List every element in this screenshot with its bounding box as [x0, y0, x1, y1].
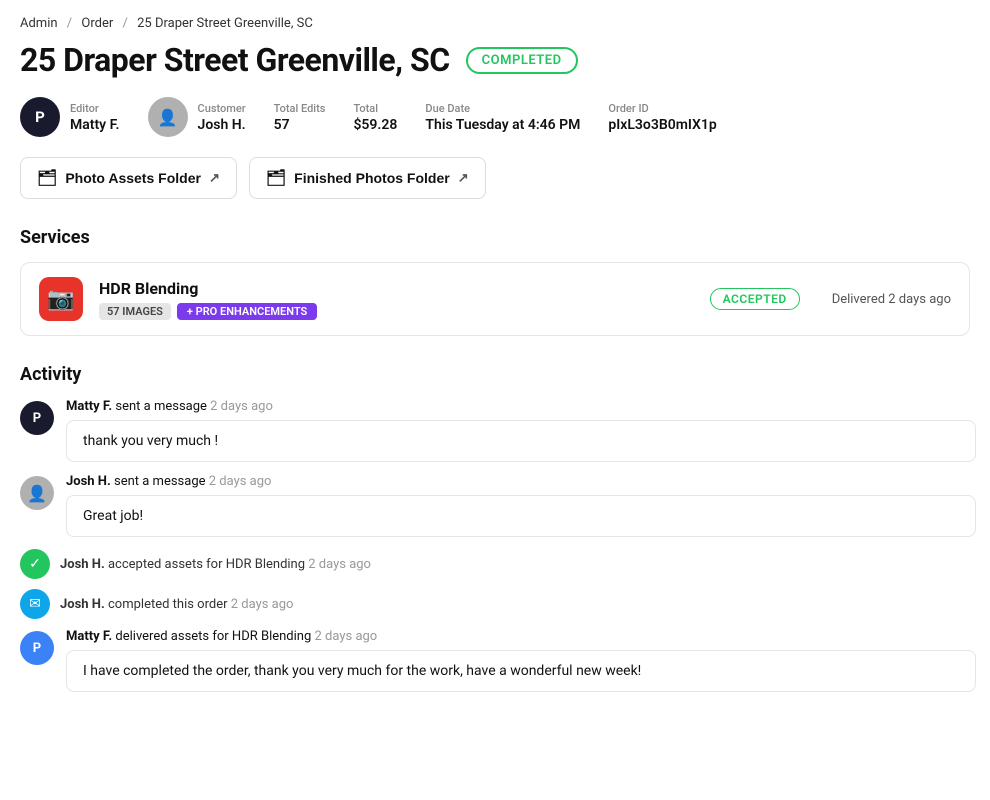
event-text-accepted: Josh H. accepted assets for HDR Blending… [60, 557, 371, 572]
activity-section: Activity P Matty F. sent a message 2 day… [20, 364, 970, 692]
order-id-value: pIxL3o3B0mIX1p [608, 117, 716, 133]
total-label: Total [353, 102, 397, 115]
service-icon-box: 📷 [39, 277, 83, 321]
activity-avatar-matty-2: P [20, 631, 54, 665]
due-date-cell: Due Date This Tuesday at 4:46 PM [425, 102, 580, 133]
editor-cell: P Editor Matty F. [20, 97, 120, 137]
breadcrumb-current: 25 Draper Street Greenville, SC [137, 16, 313, 31]
page-title: 25 Draper Street Greenville, SC [20, 41, 450, 79]
services-section: Services 📷 HDR Blending 57 IMAGES + PRO … [20, 227, 970, 336]
service-card: 📷 HDR Blending 57 IMAGES + PRO ENHANCEME… [20, 262, 970, 336]
event-action-accepted: accepted assets for HDR Blending [108, 557, 308, 572]
external-link-icon: ↗ [209, 170, 220, 186]
total-cell: Total $59.28 [353, 102, 397, 133]
message-box-2: Great job! [66, 495, 976, 537]
avatar: P [20, 97, 60, 137]
folder-buttons: 🗂 Photo Assets Folder ↗ 🗂 Finished Photo… [20, 157, 970, 199]
folder-icon-2: 🗂 [266, 168, 286, 188]
customer-avatar: 👤 [148, 97, 188, 137]
order-id-label: Order ID [608, 102, 716, 115]
meta-row: P Editor Matty F. 👤 Customer Josh H. Tot… [20, 97, 970, 137]
due-date-label: Due Date [425, 102, 580, 115]
complete-icon: ✉ [20, 589, 50, 619]
message-box-1: thank you very much ! [66, 420, 976, 462]
due-date-value: This Tuesday at 4:46 PM [425, 117, 580, 133]
editor-label: Editor [70, 102, 120, 115]
order-id-cell: Order ID pIxL3o3B0mIX1p [608, 102, 716, 133]
activity-content-2: Josh H. sent a message 2 days ago Great … [66, 474, 976, 537]
activity-title: Activity [20, 364, 970, 385]
message-box-3: I have completed the order, thank you ve… [66, 650, 976, 692]
total-edits-value: 57 [274, 117, 326, 133]
time-1: 2 days ago [210, 399, 273, 414]
sender-name-1: Matty F. [66, 399, 115, 414]
status-badge: COMPLETED [466, 47, 578, 74]
event-text-completed: Josh H. completed this order 2 days ago [60, 597, 293, 612]
editor-name: Matty F. [70, 117, 120, 133]
pro-tag: + PRO ENHANCEMENTS [177, 303, 317, 320]
activity-avatar-josh: 👤 [20, 476, 54, 510]
time-2: 2 days ago [209, 474, 272, 489]
hdr-icon: 📷 [47, 287, 74, 312]
event-action-completed: completed this order [108, 597, 231, 612]
action-text-1: sent a message [115, 399, 210, 414]
services-title: Services [20, 227, 970, 248]
event-time-completed: 2 days ago [231, 597, 294, 612]
photo-assets-label: Photo Assets Folder [65, 170, 201, 186]
accepted-badge: ACCEPTED [710, 288, 800, 310]
sender-name-2: Josh H. [66, 474, 111, 489]
service-info: HDR Blending 57 IMAGES + PRO ENHANCEMENT… [99, 279, 694, 320]
finished-photos-label: Finished Photos Folder [294, 170, 450, 186]
activity-header-1: Matty F. sent a message 2 days ago [66, 399, 976, 414]
activity-header-2: Josh H. sent a message 2 days ago [66, 474, 976, 489]
folder-icon: 🗂 [37, 168, 57, 188]
delivered-text: Delivered 2 days ago [832, 292, 951, 307]
activity-event-accepted: ✓ Josh H. accepted assets for HDR Blendi… [20, 549, 970, 579]
activity-item-1: P Matty F. sent a message 2 days ago tha… [20, 399, 970, 462]
service-tags: 57 IMAGES + PRO ENHANCEMENTS [99, 303, 694, 320]
activity-header-3: Matty F. delivered assets for HDR Blendi… [66, 629, 976, 644]
service-name: HDR Blending [99, 279, 694, 298]
event-sender-completed: Josh H. [60, 597, 105, 612]
activity-item-2: 👤 Josh H. sent a message 2 days ago Grea… [20, 474, 970, 537]
event-time-accepted: 2 days ago [308, 557, 371, 572]
event-sender-accepted: Josh H. [60, 557, 105, 572]
customer-label: Customer [198, 102, 246, 115]
activity-content-3: Matty F. delivered assets for HDR Blendi… [66, 629, 976, 692]
customer-cell: 👤 Customer Josh H. [148, 97, 246, 137]
total-value: $59.28 [353, 117, 397, 133]
images-tag: 57 IMAGES [99, 303, 171, 320]
photo-assets-folder-button[interactable]: 🗂 Photo Assets Folder ↗ [20, 157, 237, 199]
total-edits-label: Total Edits [274, 102, 326, 115]
breadcrumb: Admin / Order / 25 Draper Street Greenvi… [20, 16, 970, 31]
total-edits-cell: Total Edits 57 [274, 102, 326, 133]
breadcrumb-order[interactable]: Order [81, 16, 113, 31]
accept-icon: ✓ [20, 549, 50, 579]
finished-photos-folder-button[interactable]: 🗂 Finished Photos Folder ↗ [249, 157, 486, 199]
action-text-3: delivered assets for HDR Blending [115, 629, 314, 644]
activity-content-1: Matty F. sent a message 2 days ago thank… [66, 399, 976, 462]
customer-name: Josh H. [198, 117, 246, 133]
activity-item-3: P Matty F. delivered assets for HDR Blen… [20, 629, 970, 692]
activity-event-completed: ✉ Josh H. completed this order 2 days ag… [20, 589, 970, 619]
breadcrumb-admin[interactable]: Admin [20, 16, 58, 31]
action-text-2: sent a message [114, 474, 209, 489]
activity-avatar-matty: P [20, 401, 54, 435]
time-3: 2 days ago [315, 629, 378, 644]
external-link-icon-2: ↗ [458, 170, 469, 186]
sender-name-3: Matty F. [66, 629, 112, 644]
